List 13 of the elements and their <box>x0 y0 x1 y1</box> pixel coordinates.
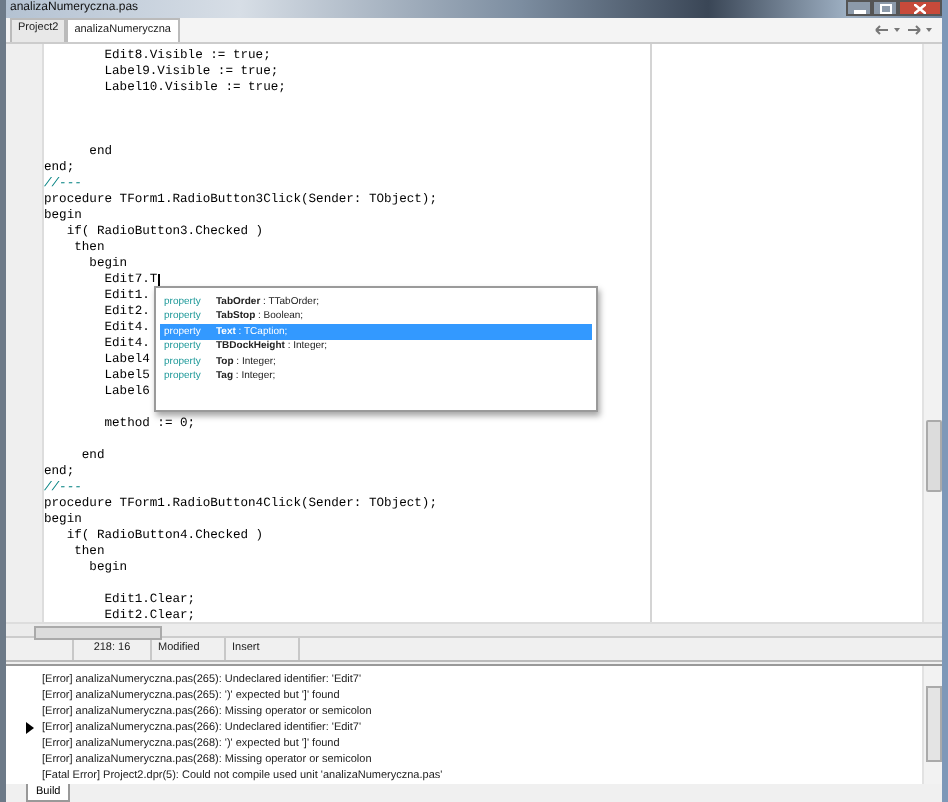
maximize-button[interactable] <box>872 0 898 16</box>
back-forward-arrows-icon[interactable] <box>874 24 934 36</box>
vertical-scrollbar[interactable] <box>922 666 942 784</box>
horizontal-scrollbar[interactable] <box>6 622 942 636</box>
close-icon <box>914 3 926 13</box>
scrollbar-thumb[interactable] <box>926 420 942 492</box>
scrollbar-thumb[interactable] <box>34 626 162 640</box>
scrollbar-thumb[interactable] <box>926 686 942 762</box>
minimize-button[interactable] <box>846 0 872 16</box>
maximize-icon <box>879 3 891 13</box>
code-editor[interactable] <box>44 44 922 622</box>
vertical-scrollbar[interactable] <box>922 44 942 622</box>
close-button[interactable] <box>898 0 942 16</box>
